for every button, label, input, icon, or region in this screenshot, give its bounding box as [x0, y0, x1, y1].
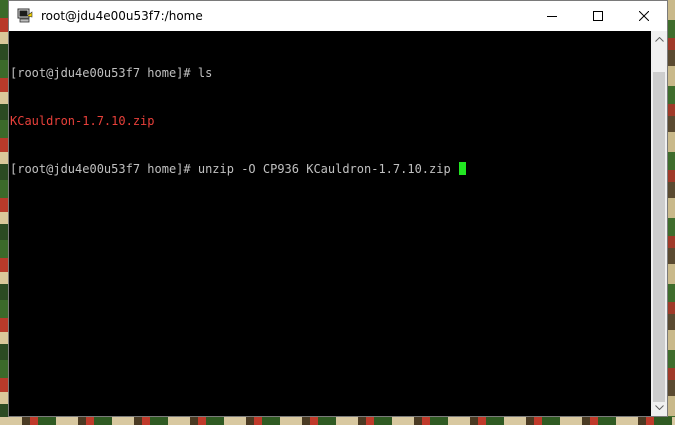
terminal-output[interactable]: [root@jdu4e00u53f7 home]# ls KCauldron-1…: [9, 31, 651, 416]
chevron-down-icon: [654, 405, 664, 410]
desktop-wallpaper-left: [0, 0, 8, 425]
minimize-icon: [547, 16, 557, 17]
close-icon: [639, 11, 649, 21]
scroll-down-button[interactable]: [651, 399, 667, 416]
minimize-button[interactable]: [529, 1, 575, 31]
command-text: unzip -O CP936 KCauldron-1.7.10.zip: [197, 162, 458, 176]
putty-terminal-icon[interactable]: [17, 8, 33, 24]
command-text: ls: [197, 66, 213, 80]
terminal-line: KCauldron-1.7.10.zip: [10, 113, 651, 129]
window-title: root@jdu4e00u53f7:/home: [41, 9, 203, 23]
text-cursor: [458, 162, 466, 175]
vertical-scrollbar[interactable]: [651, 31, 667, 416]
desktop-wallpaper-bottom: [0, 417, 675, 425]
close-button[interactable]: [621, 1, 667, 31]
terminal-window: root@jdu4e00u53f7:/home [root@jdu4e00u53…: [8, 0, 668, 417]
desktop-wallpaper-right: [668, 0, 675, 425]
terminal-line: [root@jdu4e00u53f7 home]# unzip -O CP936…: [10, 161, 651, 177]
scroll-up-button[interactable]: [651, 31, 667, 48]
maximize-icon: [593, 11, 603, 21]
file-listing: KCauldron-1.7.10.zip: [10, 114, 155, 128]
terminal-line: [root@jdu4e00u53f7 home]# ls: [10, 65, 651, 81]
title-bar[interactable]: root@jdu4e00u53f7:/home: [9, 1, 667, 31]
window-controls: [529, 1, 667, 31]
maximize-button[interactable]: [575, 1, 621, 31]
shell-prompt: [root@jdu4e00u53f7 home]#: [10, 66, 198, 80]
shell-prompt: [root@jdu4e00u53f7 home]#: [10, 162, 198, 176]
scrollbar-thumb[interactable]: [653, 72, 665, 402]
chevron-up-icon: [654, 37, 664, 42]
